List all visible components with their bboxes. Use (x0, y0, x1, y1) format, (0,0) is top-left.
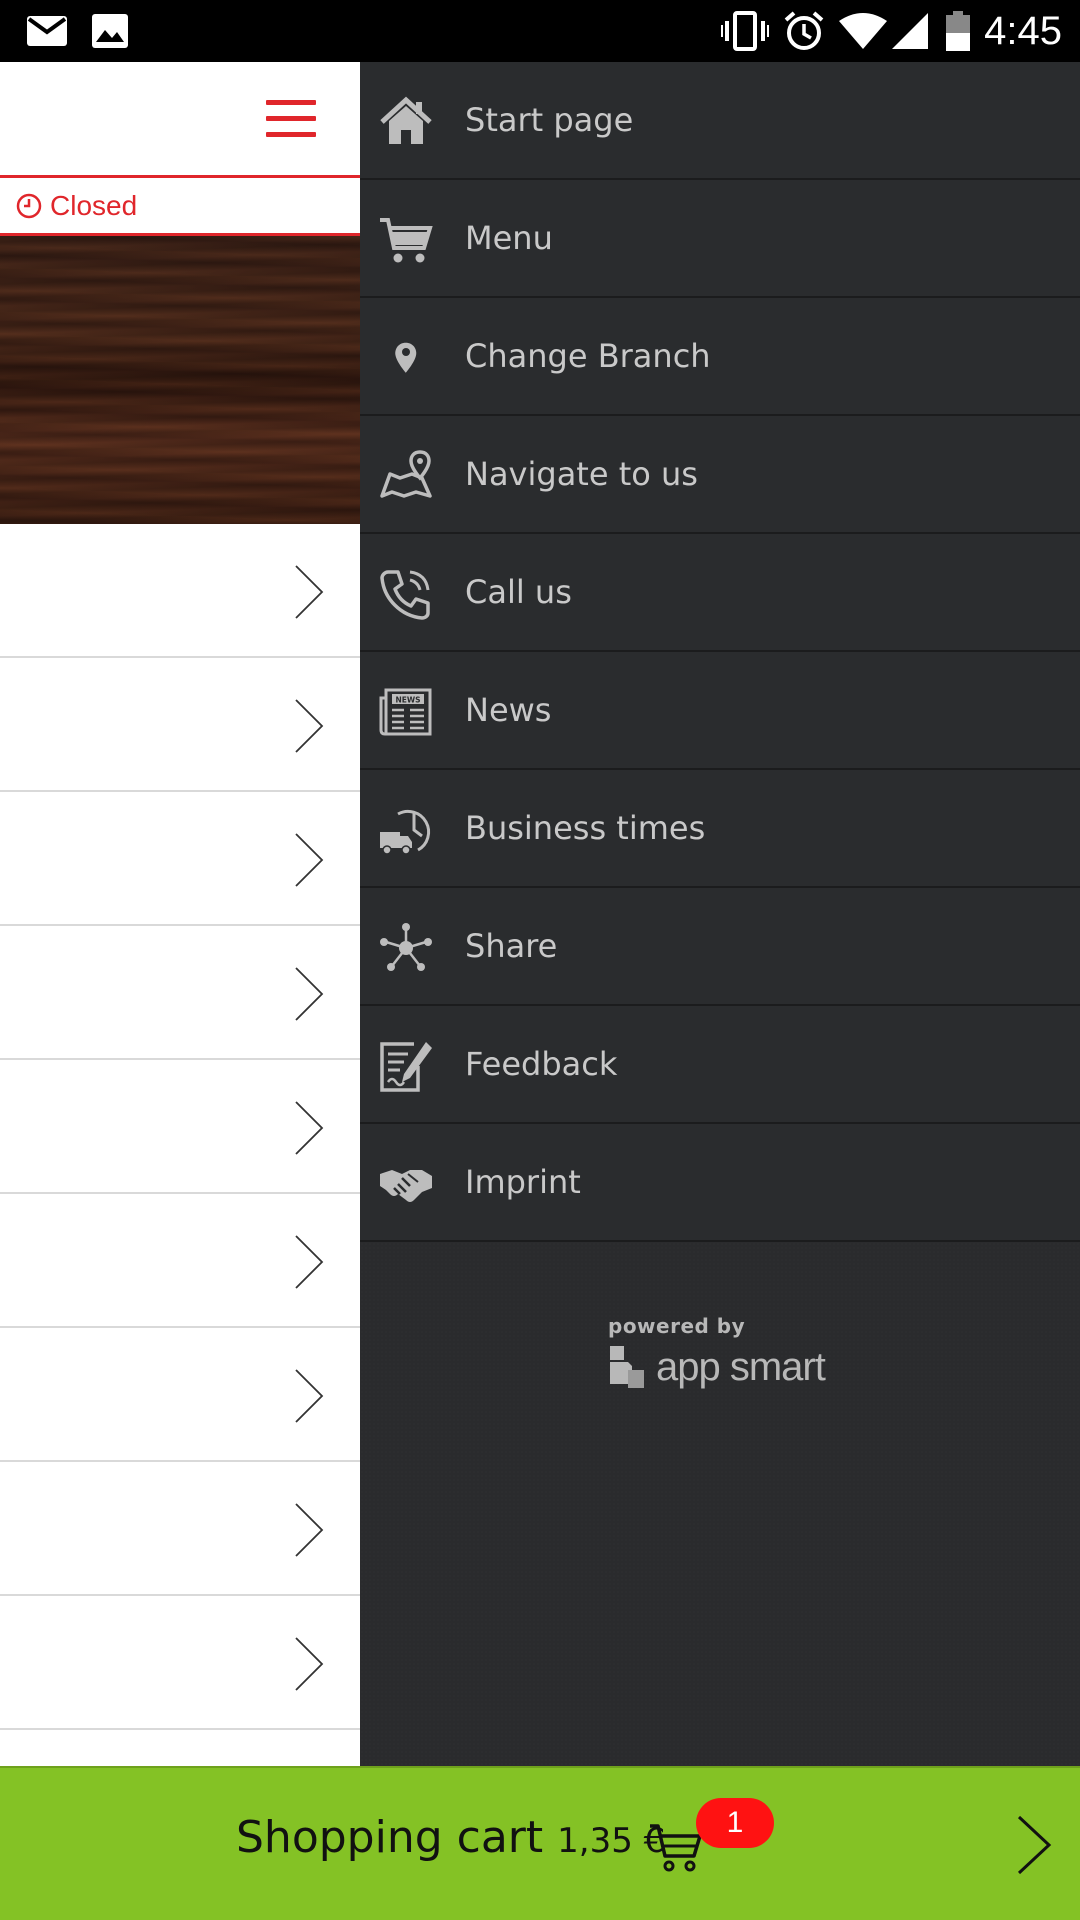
clock-time: 4:45 (984, 9, 1062, 53)
drawer-item-label: News (465, 691, 552, 729)
chevron-right-icon (295, 1369, 324, 1423)
vibrate-icon (720, 10, 770, 52)
drawer-item-share[interactable]: Share (360, 888, 1080, 1006)
list-item[interactable] (0, 1462, 360, 1596)
chevron-right-icon (295, 1503, 324, 1557)
shopping-cart-bar[interactable]: Shopping cart 1,35 € 1 (0, 1766, 1080, 1920)
list-item[interactable] (0, 1194, 360, 1328)
drawer-item-label: Share (465, 927, 558, 965)
drawer-item-imprint[interactable]: Imprint (360, 1124, 1080, 1242)
chevron-right-icon (295, 967, 324, 1021)
newspaper-icon: NEWS (379, 688, 432, 736)
drawer-item-label: Change Branch (465, 337, 711, 375)
list-item[interactable] (0, 658, 360, 792)
delivery-clock-icon (380, 809, 431, 855)
wifi-icon (838, 10, 888, 52)
list-item[interactable] (0, 792, 360, 926)
drawer-item-label: Menu (465, 219, 553, 257)
drawer-item-start-page[interactable]: Start page (360, 62, 1080, 180)
list-item[interactable] (0, 1328, 360, 1462)
clock-icon (16, 193, 42, 219)
powered-by-logo[interactable]: powered by app smart (608, 1314, 868, 1390)
main-page: Closed (0, 62, 360, 1766)
cart-count-badge: 1 (696, 1798, 774, 1848)
chevron-right-icon (295, 565, 324, 619)
battery-icon (944, 10, 972, 52)
gmail-icon (26, 10, 68, 52)
map-icon (380, 450, 432, 498)
cart-label: Shopping cart (236, 1812, 544, 1863)
signal-icon (890, 10, 930, 52)
location-pin-icon (395, 342, 417, 373)
chevron-right-icon (295, 833, 324, 887)
chevron-right-icon (295, 1235, 324, 1289)
feedback-icon (380, 1042, 432, 1092)
header-image (0, 236, 360, 524)
drawer-item-news[interactable]: NEWS News (360, 652, 1080, 770)
appsmart-logo-icon (610, 1346, 644, 1388)
drawer-item-label: Feedback (465, 1045, 618, 1083)
hamburger-icon[interactable] (262, 98, 318, 142)
cart-summary: Shopping cart 1,35 € (236, 1812, 665, 1863)
drawer-item-label: Business times (465, 809, 706, 847)
chevron-right-icon (295, 1101, 324, 1155)
powered-by-text: powered by (608, 1314, 746, 1338)
alarm-icon (782, 10, 826, 52)
drawer-item-label: Call us (465, 573, 572, 611)
category-list (0, 524, 360, 1730)
brand-name: app smart (656, 1344, 826, 1389)
drawer-item-label: Navigate to us (465, 455, 698, 493)
list-item[interactable] (0, 1060, 360, 1194)
drawer-item-label: Start page (465, 101, 634, 139)
phone-icon (380, 570, 430, 620)
cart-icon (380, 218, 433, 263)
drawer-item-menu[interactable]: Menu (360, 180, 1080, 298)
list-item[interactable] (0, 1596, 360, 1730)
share-icon (380, 923, 432, 971)
home-icon (380, 96, 432, 144)
appsmart-logo: app smart (608, 1344, 868, 1390)
chevron-right-icon (295, 699, 324, 753)
status-label: Closed (50, 190, 138, 221)
navigation-drawer: Start page Menu Change Branch Navigate t… (360, 62, 1080, 1766)
image-icon (90, 10, 130, 52)
svg-text:NEWS: NEWS (395, 696, 420, 705)
list-item[interactable] (0, 926, 360, 1060)
open-status: Closed (0, 178, 360, 234)
drawer-item-feedback[interactable]: Feedback (360, 1006, 1080, 1124)
page-header (0, 62, 360, 176)
drawer-item-call-us[interactable]: Call us (360, 534, 1080, 652)
drawer-item-navigate[interactable]: Navigate to us (360, 416, 1080, 534)
drawer-item-business-times[interactable]: Business times (360, 770, 1080, 888)
handshake-icon (380, 1170, 432, 1202)
chevron-right-icon (295, 1637, 324, 1691)
list-item[interactable] (0, 524, 360, 658)
chevron-right-icon[interactable] (1016, 1814, 1052, 1876)
drawer-item-label: Imprint (465, 1163, 581, 1201)
drawer-item-change-branch[interactable]: Change Branch (360, 298, 1080, 416)
status-bar: 4:45 (0, 0, 1080, 62)
